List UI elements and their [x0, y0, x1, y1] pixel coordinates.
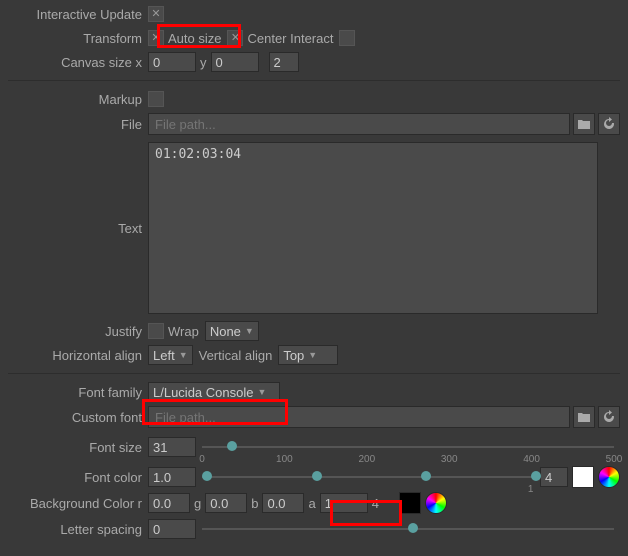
refresh-icon[interactable]: [598, 406, 620, 428]
center-interact-checkbox[interactable]: [339, 30, 355, 46]
font-family-label: Font family: [8, 385, 148, 400]
valign-label: Vertical align: [199, 348, 273, 363]
file-label: File: [8, 117, 148, 132]
halign-label: Horizontal align: [8, 348, 148, 363]
canvas-y-label: y: [200, 55, 207, 70]
chevron-down-icon: ▼: [308, 350, 317, 360]
halign-select[interactable]: Left▼: [148, 345, 193, 365]
font-size-input[interactable]: [148, 437, 196, 457]
font-size-label: Font size: [8, 440, 148, 455]
slider-tick: 200: [358, 454, 375, 465]
letter-spacing-slider[interactable]: [202, 518, 614, 540]
wrap-select[interactable]: None▼: [205, 321, 259, 341]
markup-checkbox[interactable]: [148, 91, 164, 107]
slider-tick: 500: [606, 454, 623, 465]
bg-g-label: g: [194, 496, 201, 511]
canvas-size-label: Canvas size x: [8, 55, 148, 70]
divider: [8, 373, 620, 374]
bg-color-label: Background Color r: [8, 496, 148, 511]
canvas-x-input[interactable]: [148, 52, 196, 72]
markup-label: Markup: [8, 92, 148, 107]
bg-color-swatch[interactable]: [399, 492, 421, 514]
custom-font-label: Custom font: [8, 410, 148, 425]
text-input[interactable]: 01:02:03:04: [148, 142, 598, 314]
chevron-down-icon: ▼: [179, 350, 188, 360]
refresh-icon[interactable]: [598, 113, 620, 135]
font-color-label: Font color: [8, 470, 148, 485]
color-picker-icon[interactable]: [425, 492, 447, 514]
justify-checkbox[interactable]: [148, 323, 164, 339]
canvas-y-input[interactable]: [211, 52, 259, 72]
bg-r-input[interactable]: [148, 493, 190, 513]
slider-tick: 0: [199, 454, 205, 465]
folder-icon[interactable]: [573, 113, 595, 135]
transform-label: Transform: [8, 31, 148, 46]
letter-spacing-label: Letter spacing: [8, 522, 148, 537]
wrap-label: Wrap: [168, 324, 199, 339]
slider-tick: 300: [441, 454, 458, 465]
bg-a-label: a: [308, 496, 315, 511]
chevron-down-icon: ▼: [245, 326, 254, 336]
center-interact-label: Center Interact: [247, 31, 333, 46]
auto-size-label: Auto size: [168, 31, 221, 46]
file-input[interactable]: [148, 113, 570, 135]
valign-select[interactable]: Top▼: [278, 345, 338, 365]
font-color-slider[interactable]: 1: [202, 466, 534, 488]
font-color-swatch[interactable]: [572, 466, 594, 488]
bg-b-input[interactable]: [262, 493, 304, 513]
bg-count-label: 4: [372, 496, 379, 511]
bg-g-input[interactable]: [205, 493, 247, 513]
font-color-input[interactable]: [148, 467, 196, 487]
font-color-count[interactable]: [540, 467, 568, 487]
letter-spacing-input[interactable]: [148, 519, 196, 539]
transform-checkbox[interactable]: [148, 30, 164, 46]
canvas-z-input[interactable]: [269, 52, 299, 72]
font-family-select[interactable]: L/Lucida Console▼: [148, 382, 280, 402]
slider-tick: 400: [523, 454, 540, 465]
slider-tick: 100: [276, 454, 293, 465]
color-picker-icon[interactable]: [598, 466, 620, 488]
divider: [8, 80, 620, 81]
interactive-update-label: Interactive Update: [8, 7, 148, 22]
bg-b-label: b: [251, 496, 258, 511]
bg-a-input[interactable]: [320, 493, 368, 513]
folder-icon[interactable]: [573, 406, 595, 428]
text-label: Text: [8, 221, 148, 236]
interactive-update-checkbox[interactable]: [148, 6, 164, 22]
font-size-slider[interactable]: 0 100 200 300 400 500: [202, 436, 614, 458]
auto-size-checkbox[interactable]: [227, 30, 243, 46]
custom-font-input[interactable]: [148, 406, 570, 428]
chevron-down-icon: ▼: [257, 387, 266, 397]
justify-label: Justify: [8, 324, 148, 339]
